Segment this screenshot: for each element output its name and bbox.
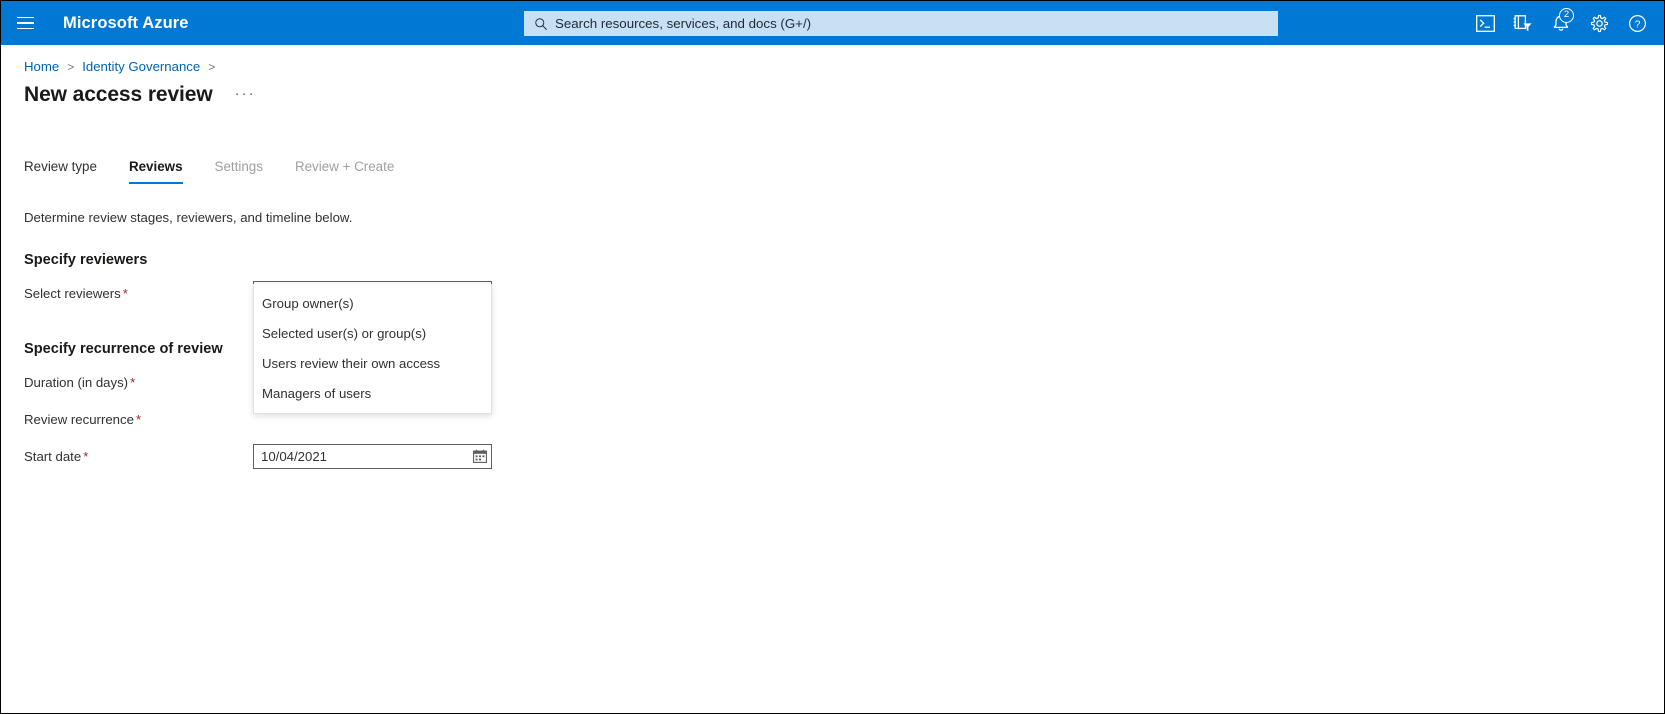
form-area: Specify reviewers Select reviewers * Spec… xyxy=(1,252,1664,469)
title-row: New access review ··· xyxy=(1,75,1664,107)
wizard-tabs: Review type Reviews Settings Review + Cr… xyxy=(1,154,1664,184)
svg-text:?: ? xyxy=(1634,19,1640,30)
section-heading-specify-reviewers: Specify reviewers xyxy=(24,252,148,268)
page-description: Determine review stages, reviewers, and … xyxy=(24,210,353,225)
breadcrumb-item-identity-governance[interactable]: Identity Governance xyxy=(82,59,200,74)
label-text-start-date: Start date xyxy=(24,448,82,464)
directories-filter-icon[interactable] xyxy=(1504,1,1542,45)
calendar-icon[interactable] xyxy=(473,449,487,463)
page-title: New access review xyxy=(24,83,213,106)
hamburger-icon[interactable] xyxy=(1,1,49,45)
search-input[interactable] xyxy=(555,16,1270,31)
label-duration: Duration (in days) * xyxy=(24,375,253,390)
breadcrumb-separator-icon: > xyxy=(67,59,75,74)
page-content: Home > Identity Governance > New access … xyxy=(1,45,1664,469)
label-text-select-reviewers: Select reviewers xyxy=(24,285,121,301)
dropdown-option-selected-users-groups[interactable]: Selected user(s) or group(s) xyxy=(254,318,491,348)
tab-reviews[interactable]: Reviews xyxy=(128,159,183,184)
label-review-recurrence: Review recurrence * xyxy=(24,412,253,427)
breadcrumb-separator-icon-2: > xyxy=(208,59,216,74)
required-asterisk-start-date: * xyxy=(83,448,89,464)
label-text-review-recurrence: Review recurrence xyxy=(24,411,134,427)
field-row-start-date: Start date * xyxy=(24,443,1664,469)
required-asterisk: * xyxy=(122,285,128,301)
notification-badge: 2 xyxy=(1559,8,1574,23)
notifications-bell-icon[interactable]: 2 xyxy=(1542,1,1580,45)
control-start-date xyxy=(253,443,492,469)
start-date-input[interactable] xyxy=(261,448,473,464)
tab-review-create[interactable]: Review + Create xyxy=(295,159,394,184)
dropdown-option-managers-of-users[interactable]: Managers of users xyxy=(254,378,491,408)
search-icon xyxy=(535,17,547,30)
top-navigation-bar: Microsoft Azure Search resources, servic… xyxy=(1,1,1664,45)
required-asterisk-recurrence: * xyxy=(135,411,142,427)
start-date-field[interactable] xyxy=(253,443,492,469)
dropdown-option-group-owners[interactable]: Group owner(s) xyxy=(254,288,491,318)
breadcrumb: Home > Identity Governance > xyxy=(1,45,1664,75)
required-asterisk-duration: * xyxy=(130,374,136,390)
brand-title[interactable]: Microsoft Azure xyxy=(63,14,189,33)
label-start-date: Start date * xyxy=(24,449,253,464)
azure-portal-page: Microsoft Azure Search resources, servic… xyxy=(0,0,1665,714)
global-search[interactable] xyxy=(524,11,1278,36)
breadcrumb-item-home[interactable]: Home xyxy=(24,59,59,74)
label-text-duration: Duration (in days) xyxy=(24,374,129,390)
reviewers-dropdown-panel: Group owner(s) Selected user(s) or group… xyxy=(253,284,492,414)
settings-gear-icon[interactable] xyxy=(1580,1,1618,45)
topbar-actions: 2 ? xyxy=(1466,1,1656,45)
tab-settings[interactable]: Settings xyxy=(215,159,263,184)
more-options-icon[interactable]: ··· xyxy=(235,86,256,101)
tab-review-type[interactable]: Review type xyxy=(24,159,97,184)
help-question-icon[interactable]: ? xyxy=(1618,1,1656,45)
label-select-reviewers: Select reviewers * xyxy=(24,286,253,301)
dropdown-option-users-review-own-access[interactable]: Users review their own access xyxy=(254,348,491,378)
cloud-shell-icon[interactable] xyxy=(1466,1,1504,45)
